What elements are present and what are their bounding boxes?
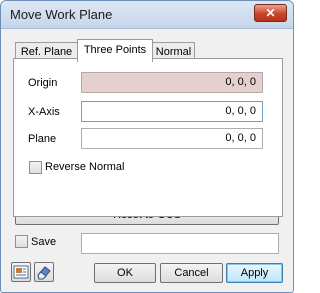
tab-three-points-label: Three Points [83, 44, 147, 56]
reverse-normal-checkbox[interactable] [29, 161, 42, 174]
cancel-button[interactable]: Cancel [160, 263, 223, 283]
x-axis-field[interactable]: 0, 0, 0 [81, 101, 263, 122]
close-button[interactable]: ✕ [254, 4, 287, 22]
reverse-normal-label: Reverse Normal [45, 161, 125, 173]
apply-label: Apply [240, 267, 269, 279]
cancel-label: Cancel [174, 267, 209, 279]
eraser-icon [37, 266, 51, 280]
ok-button[interactable]: OK [94, 263, 156, 283]
save-name-field[interactable] [81, 233, 279, 254]
origin-label: Origin [28, 77, 58, 89]
title-bar[interactable]: Move Work Plane ✕ [1, 1, 293, 29]
close-icon: ✕ [265, 6, 276, 20]
dialog-client: Ref. Plane Three Points Normal Origin 0,… [7, 30, 287, 288]
x-axis-label: X-Axis [28, 106, 60, 118]
tab-ref-plane-label: Ref. Plane [20, 46, 73, 58]
plane-label: Plane [28, 133, 57, 145]
window-title: Move Work Plane [10, 7, 113, 22]
origin-field[interactable]: 0, 0, 0 [81, 72, 263, 93]
save-checkbox[interactable] [15, 235, 28, 248]
dialog-window: Move Work Plane ✕ Ref. Plane Three Point… [0, 0, 294, 293]
apply-button[interactable]: Apply [226, 263, 283, 283]
properties-icon [13, 265, 29, 279]
tab-three-points[interactable]: Three Points [77, 39, 153, 62]
ok-label: OK [117, 267, 133, 279]
plane-field[interactable]: 0, 0, 0 [81, 128, 263, 149]
tab-normal-label: Normal [155, 46, 192, 58]
save-label: Save [31, 236, 57, 248]
eraser-button[interactable] [34, 262, 54, 282]
properties-button[interactable] [11, 262, 31, 282]
